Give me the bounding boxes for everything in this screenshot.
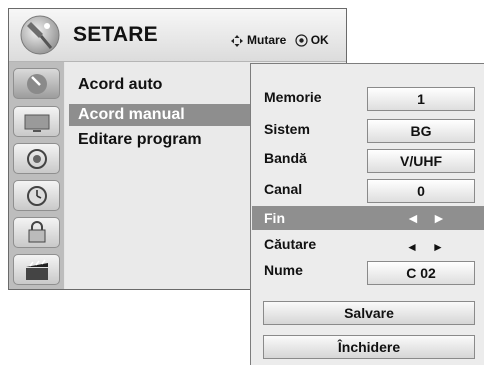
manual-tuning-panel: Memorie 1 Sistem BG Bandă V/UHF Canal 0 … — [250, 63, 484, 365]
memory-value-field[interactable]: 1 — [367, 87, 475, 111]
menu-header: SETARE Mutare OK — [9, 9, 346, 62]
memory-label: Memorie — [264, 89, 322, 105]
channel-label: Canal — [264, 181, 303, 197]
name-value-field[interactable]: C 02 — [367, 261, 475, 285]
fine-tune-label: Fin — [264, 210, 285, 226]
icon-sidebar — [9, 62, 64, 289]
channel-value-field[interactable]: 0 — [367, 179, 475, 203]
fine-tune-row[interactable]: Fin ◄ ► — [252, 206, 484, 230]
sidebar-setup-button[interactable] — [13, 68, 60, 99]
clapper-icon — [26, 259, 48, 280]
name-label: Nume — [264, 262, 303, 278]
band-label: Bandă — [264, 150, 307, 166]
settings-wand-icon — [20, 15, 60, 55]
move-hint-label: Mutare — [247, 33, 287, 47]
sidebar-time-button[interactable] — [13, 180, 60, 211]
navigation-hint: Mutare OK — [230, 33, 329, 48]
clock-icon — [27, 186, 47, 206]
close-button[interactable]: Închidere — [263, 335, 475, 359]
system-label: Sistem — [264, 121, 310, 137]
submenu-item-label: Acord auto — [78, 76, 163, 93]
sidebar-option-button[interactable] — [13, 254, 60, 285]
lock-icon — [28, 221, 46, 243]
submenu-item-label: Editare program — [78, 131, 202, 148]
right-arrow-icon[interactable]: ► — [432, 211, 446, 225]
submenu-item-label: Acord manual — [78, 106, 185, 123]
sidebar-audio-button[interactable] — [13, 143, 60, 174]
band-value-field[interactable]: V/UHF — [367, 149, 475, 173]
screen-icon — [24, 114, 50, 132]
save-button[interactable]: Salvare — [263, 301, 475, 325]
menu-title: SETARE — [73, 23, 158, 46]
sidebar-lock-button[interactable] — [13, 217, 60, 248]
left-arrow-icon[interactable]: ◄ — [406, 211, 420, 225]
ok-hint-label: OK — [310, 33, 329, 47]
ok-circle-icon — [295, 34, 308, 47]
speaker-icon — [27, 149, 47, 169]
settings-wand-icon — [27, 74, 47, 94]
sidebar-picture-button[interactable] — [13, 106, 60, 137]
search-label: Căutare — [264, 236, 317, 252]
right-arrow-icon[interactable]: ► — [432, 241, 444, 253]
system-value-field[interactable]: BG — [367, 119, 475, 143]
move-arrows-icon — [231, 34, 243, 47]
left-arrow-icon[interactable]: ◄ — [406, 241, 418, 253]
